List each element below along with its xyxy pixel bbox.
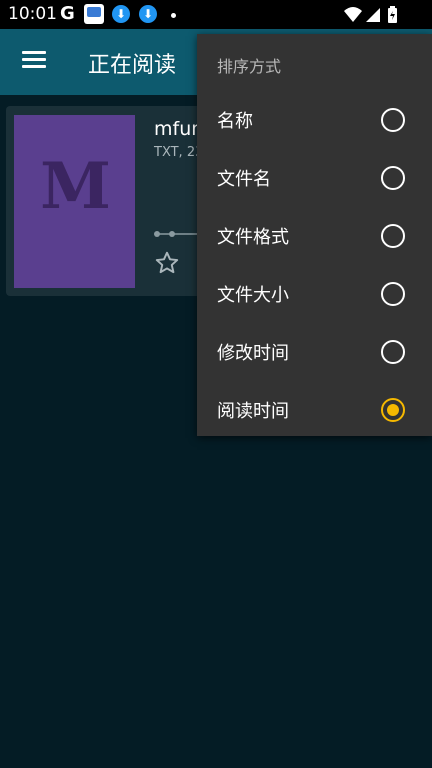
sort-option-size[interactable]: 文件大小: [197, 265, 432, 323]
download-icon: ⬇: [112, 5, 130, 23]
sort-option-label: 文件大小: [217, 285, 289, 306]
google-icon: G: [60, 3, 75, 24]
sort-menu-header: 排序方式: [217, 57, 282, 76]
sort-option-label: 修改时间: [217, 343, 289, 364]
sort-option-filename[interactable]: 文件名: [197, 149, 432, 207]
book-title: mfun: [154, 118, 204, 140]
radio-button-selected[interactable]: [381, 398, 405, 422]
sort-option-label: 名称: [217, 111, 253, 132]
menu-icon[interactable]: [22, 51, 46, 71]
sort-menu: 排序方式 名称 文件名 文件格式 文件大小 修改时间 阅读时间: [197, 34, 432, 436]
page-title: 正在阅读: [88, 53, 177, 78]
sort-option-format[interactable]: 文件格式: [197, 207, 432, 265]
book-cover[interactable]: M: [14, 115, 135, 288]
app-icon: [84, 4, 104, 24]
wifi-icon: [344, 7, 362, 22]
download-icon: ⬇: [139, 5, 157, 23]
sort-option-name[interactable]: 名称: [197, 91, 432, 149]
status-time: 10:01: [8, 4, 57, 24]
radio-button[interactable]: [381, 166, 405, 190]
star-outline-icon[interactable]: [154, 250, 180, 276]
radio-button[interactable]: [381, 224, 405, 248]
sort-option-read-time[interactable]: 阅读时间: [197, 381, 432, 439]
sort-option-modified[interactable]: 修改时间: [197, 323, 432, 381]
dot-icon: [171, 13, 176, 18]
sort-option-label: 文件名: [217, 169, 271, 190]
radio-button[interactable]: [381, 108, 405, 132]
sort-option-label: 阅读时间: [217, 401, 289, 422]
radio-button[interactable]: [381, 340, 405, 364]
status-bar: 10:01 G ⬇ ⬇: [0, 0, 432, 29]
radio-button[interactable]: [381, 282, 405, 306]
system-status-icons: [344, 6, 397, 23]
book-meta: TXT, 23: [154, 145, 204, 160]
signal-icon: [366, 8, 380, 22]
cover-letter: M: [40, 149, 111, 224]
battery-icon: [388, 6, 397, 23]
sort-option-label: 文件格式: [217, 227, 289, 248]
